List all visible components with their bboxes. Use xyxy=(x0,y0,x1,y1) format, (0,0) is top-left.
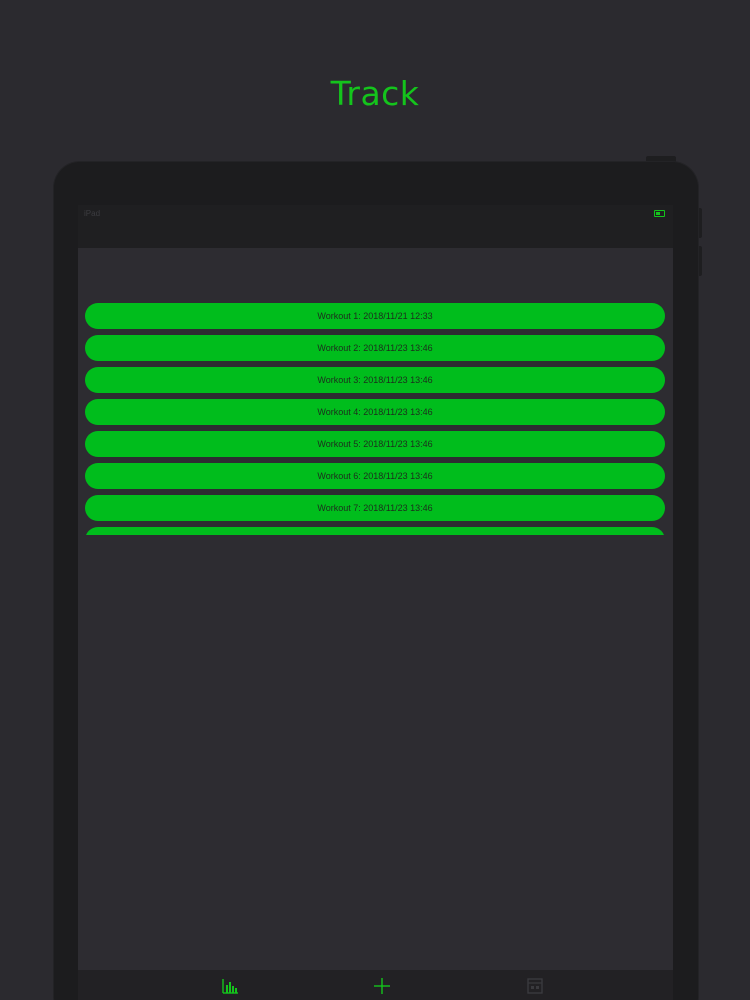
app-store-screenshot: Track iPad Workout 1: 2018/11/21 12:33 W… xyxy=(0,0,750,1000)
tab-add[interactable] xyxy=(370,976,394,996)
navigation-bar xyxy=(78,223,673,248)
tab-calendar[interactable] xyxy=(523,976,547,996)
workout-item-8[interactable] xyxy=(85,527,665,535)
workout-item-3[interactable]: Workout 3: 2018/11/23 13:46 xyxy=(85,367,665,393)
tab-bar xyxy=(78,970,673,1000)
status-carrier: iPad xyxy=(84,209,101,218)
calendar-icon xyxy=(527,978,543,994)
workout-item-7[interactable]: Workout 7: 2018/11/23 13:46 xyxy=(85,495,665,521)
headline: Track xyxy=(330,74,420,113)
battery-icon xyxy=(654,210,665,217)
plus-icon xyxy=(374,978,390,994)
workout-item-1[interactable]: Workout 1: 2018/11/21 12:33 xyxy=(85,303,665,329)
workout-item-5[interactable]: Workout 5: 2018/11/23 13:46 xyxy=(85,431,665,457)
workout-item-4[interactable]: Workout 4: 2018/11/23 13:46 xyxy=(85,399,665,425)
workout-item-6[interactable]: Workout 6: 2018/11/23 13:46 xyxy=(85,463,665,489)
bar-chart-icon xyxy=(222,979,238,994)
device-screen: iPad Workout 1: 2018/11/21 12:33 Workout… xyxy=(78,205,673,1000)
workout-list[interactable]: Workout 1: 2018/11/21 12:33 Workout 2: 2… xyxy=(85,303,665,535)
workout-item-2[interactable]: Workout 2: 2018/11/23 13:46 xyxy=(85,335,665,361)
status-bar: iPad xyxy=(78,205,673,223)
tab-stats[interactable] xyxy=(218,976,242,996)
